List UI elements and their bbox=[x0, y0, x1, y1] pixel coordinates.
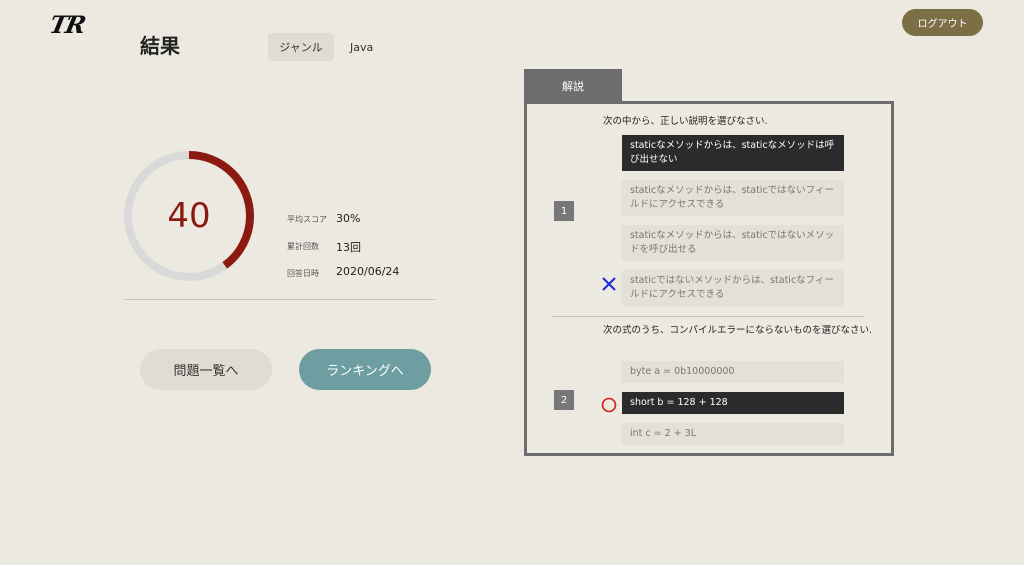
question-list-button[interactable]: 問題一覧へ bbox=[140, 349, 272, 390]
tab-explanation[interactable]: 解説 bbox=[524, 69, 622, 102]
explanation-panel: 次の中から、正しい説明を選びなさい. staticなメソッドからは、static… bbox=[524, 101, 894, 456]
question-text: 次の中から、正しい説明を選びなさい. bbox=[603, 116, 768, 127]
answer-option[interactable]: int c = 2 + 3L bbox=[622, 423, 844, 445]
circle-icon bbox=[601, 397, 617, 413]
question-number: 2 bbox=[554, 390, 574, 410]
page-title: 結果 bbox=[140, 34, 180, 58]
stat-value-average: 30% bbox=[336, 212, 361, 225]
answer-option[interactable]: staticなメソッドからは、staticではないフィールドにアクセスできる bbox=[622, 180, 844, 216]
cross-icon bbox=[602, 277, 616, 291]
stat-label-date: 回答日時 bbox=[287, 269, 319, 278]
question-divider bbox=[552, 316, 864, 317]
score-value: 40 bbox=[167, 196, 211, 236]
stat-label-average: 平均スコア bbox=[287, 215, 327, 224]
answer-option[interactable]: short b = 128 + 128 bbox=[622, 392, 844, 414]
answer-option[interactable]: byte a = 0b10000000 bbox=[622, 361, 844, 383]
answer-option[interactable]: staticなメソッドからは、staticではないメソッドを呼び出せる bbox=[622, 225, 844, 261]
question-text: 次の式のうち、コンパイルエラーにならないものを選びなさい. bbox=[603, 325, 873, 336]
ranking-button[interactable]: ランキングへ bbox=[299, 349, 431, 390]
divider bbox=[124, 299, 435, 300]
genre-value: Java bbox=[350, 41, 374, 54]
genre-label: ジャンル bbox=[268, 33, 334, 61]
answer-option[interactable]: staticなメソッドからは、staticなメソッドは呼び出せない bbox=[622, 135, 844, 171]
question-number: 1 bbox=[554, 201, 574, 221]
stat-value-date: 2020/06/24 bbox=[336, 265, 400, 278]
logout-button[interactable]: ログアウト bbox=[902, 9, 983, 36]
answer-option[interactable]: staticではないメソッドからは、staticなフィールドにアクセスできる bbox=[622, 270, 844, 306]
logo: TR bbox=[46, 10, 87, 39]
stat-label-count: 累計回数 bbox=[287, 242, 319, 251]
stat-value-count: 13回 bbox=[336, 241, 361, 254]
